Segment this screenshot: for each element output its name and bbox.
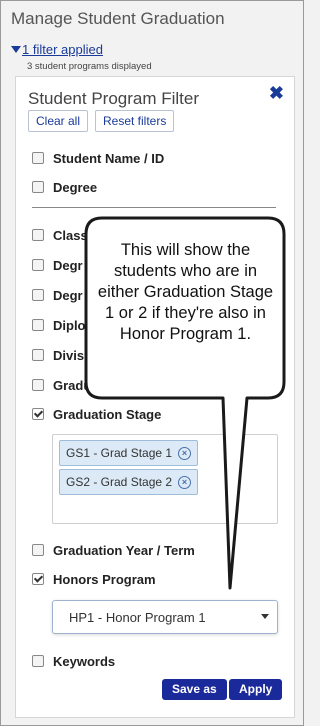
filter-label: Degree: [53, 179, 98, 195]
app-frame: Manage Student Graduation 1 filter appli…: [0, 0, 304, 726]
honors-program-select[interactable]: HP1 - Honor Program 1: [52, 600, 278, 634]
save-as-button[interactable]: Save as: [162, 679, 227, 700]
filter-panel: Student Program Filter ✖ Clear all Reset…: [15, 76, 295, 718]
filter-label: Graduation Stage: [53, 406, 162, 422]
filter-degree-2[interactable]: Degr: [32, 255, 83, 275]
checkbox[interactable]: [32, 573, 44, 585]
checkbox[interactable]: [32, 229, 44, 241]
filter-diploma[interactable]: Diplo: [32, 315, 86, 335]
checkbox[interactable]: [32, 152, 44, 164]
filter-degree-3[interactable]: Degr: [32, 285, 83, 305]
filter-label: Classi: [53, 227, 92, 243]
panel-title: Student Program Filter: [28, 89, 200, 108]
page-title: Manage Student Graduation: [11, 9, 225, 28]
checkbox[interactable]: [32, 181, 44, 193]
checkbox[interactable]: [32, 379, 44, 391]
reset-filters-button[interactable]: Reset filters: [95, 110, 175, 132]
checkbox[interactable]: [32, 259, 44, 271]
checkbox[interactable]: [32, 349, 44, 361]
filter-graduation-stage[interactable]: Graduation Stage: [32, 404, 161, 424]
filter-label: Gradu: [53, 377, 92, 393]
checkbox[interactable]: [32, 408, 44, 420]
remove-icon[interactable]: ×: [178, 446, 192, 460]
filter-classification[interactable]: Classi: [32, 225, 91, 245]
filter-graduation-year[interactable]: Graduation Year / Term: [32, 540, 195, 560]
filter-label: Divis: [53, 347, 85, 363]
funnel-icon: [11, 46, 21, 54]
divider: [32, 207, 276, 208]
filter-graduation[interactable]: Gradu: [32, 375, 91, 395]
checkbox[interactable]: [32, 544, 44, 556]
filter-label: Diplo: [53, 317, 86, 333]
filter-keywords[interactable]: Keywords: [32, 651, 115, 671]
checkbox[interactable]: [32, 319, 44, 331]
filter-label: Degr: [53, 287, 83, 303]
filter-division[interactable]: Divis: [32, 345, 84, 365]
filters-applied-label: 1 filter applied: [22, 42, 103, 57]
filter-degree[interactable]: Degree: [32, 177, 97, 197]
filter-label: Student Name / ID: [53, 150, 165, 166]
filter-label: Graduation Year / Term: [53, 542, 195, 558]
checkbox[interactable]: [32, 655, 44, 667]
apply-button[interactable]: Apply: [229, 679, 283, 700]
selected-chip: GS2 - Grad Stage 2 ×: [59, 469, 199, 495]
selected-chip: GS1 - Grad Stage 1 ×: [59, 440, 199, 466]
chevron-down-icon: [261, 614, 269, 619]
chip-label: GS2 - Grad Stage 2: [66, 475, 173, 489]
filter-honors-program[interactable]: Honors Program: [32, 569, 156, 589]
filter-label: Keywords: [53, 653, 116, 669]
results-count: 3 student programs displayed: [27, 61, 152, 72]
filter-student-name[interactable]: Student Name / ID: [32, 148, 164, 168]
chip-label: GS1 - Grad Stage 1: [66, 446, 173, 460]
clear-all-button[interactable]: Clear all: [28, 110, 89, 132]
filter-label: Honors Program: [53, 571, 156, 587]
graduation-stage-multiselect[interactable]: GS1 - Grad Stage 1 × GS2 - Grad Stage 2 ×: [52, 434, 278, 524]
filters-applied-link[interactable]: 1 filter applied: [11, 42, 103, 57]
remove-icon[interactable]: ×: [178, 475, 192, 489]
filter-label: Degr: [53, 257, 83, 273]
checkbox[interactable]: [32, 289, 44, 301]
close-icon[interactable]: ✖: [269, 83, 284, 104]
select-value: HP1 - Honor Program 1: [69, 610, 206, 625]
